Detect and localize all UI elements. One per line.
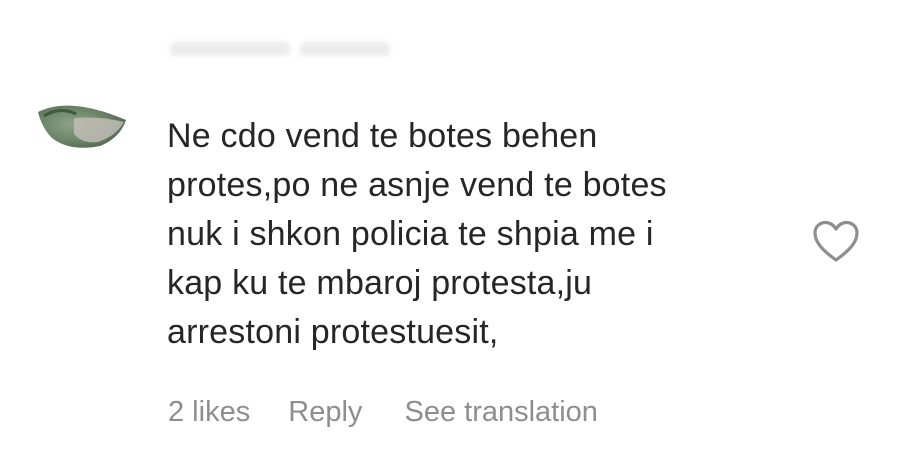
comment-text: Ne cdo vend te botes behen protes,po ne … [167,112,767,357]
user-avatar-icon [38,105,126,148]
reply-button[interactable]: Reply [288,392,362,432]
like-comment-button[interactable] [812,220,860,264]
comment-line: Ne cdo vend te botes behen [167,117,598,155]
comment-line: arrestoni protestuesit, [167,313,499,351]
comment-line: nuk i shkon policia te shpia me i [167,215,654,253]
comment-line: protes,po ne asnje vend te botes [167,166,667,204]
heart-outline-icon [813,220,859,262]
see-translation-button[interactable]: See translation [404,392,597,432]
comment-line: kap ku te mbaroj protesta,ju [167,264,593,302]
commenter-avatar[interactable] [30,92,138,152]
previous-comment-faded [170,30,430,70]
likes-count[interactable]: 2 likes [168,392,250,432]
comment-actions: 2 likes Reply See translation [168,392,632,432]
